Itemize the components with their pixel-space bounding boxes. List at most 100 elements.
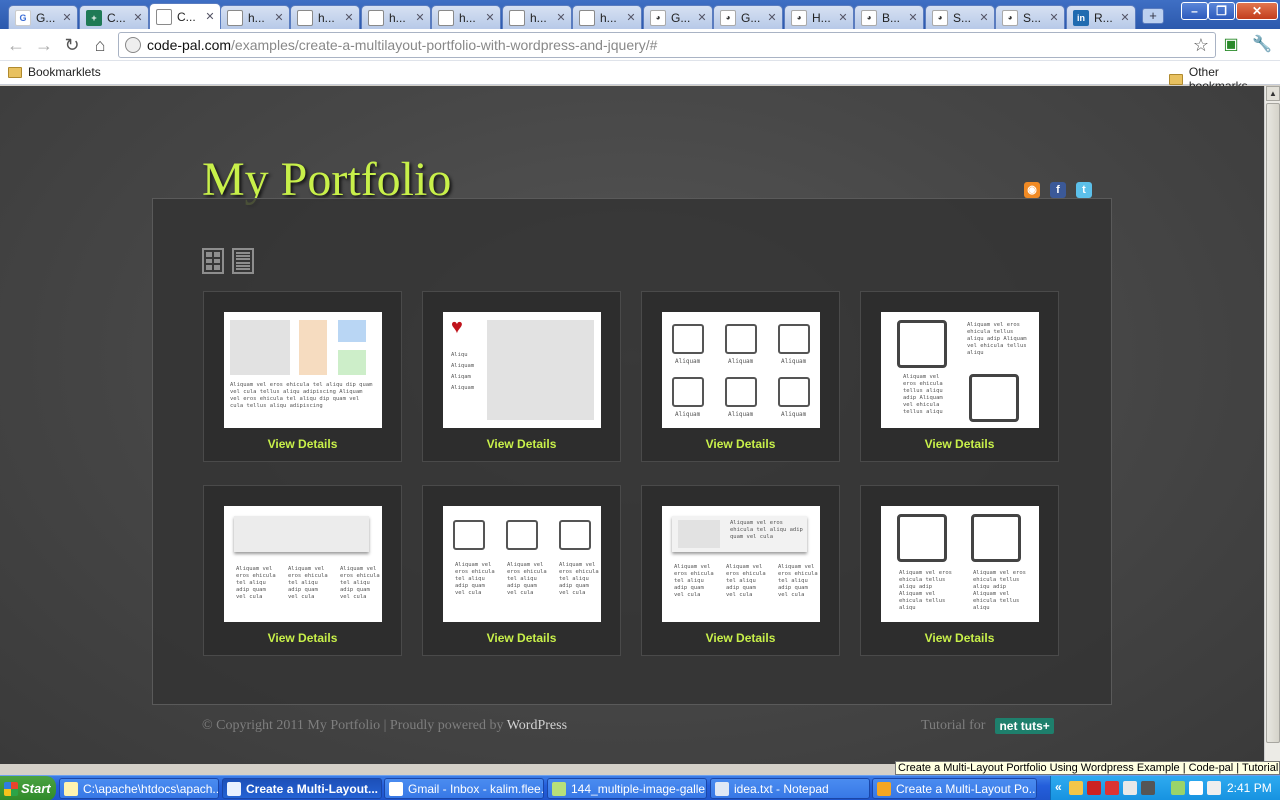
reload-icon[interactable]: ↻ [62,35,82,55]
forward-icon[interactable]: → [34,35,54,55]
address-bar[interactable]: code-pal.com/examples/create-a-multilayo… [118,32,1216,58]
portfolio-card[interactable]: Aliquam vel eros ehicula tel aliqu adip … [641,485,840,656]
browser-tab[interactable]: h... ✕ [572,5,642,29]
wrench-icon[interactable]: 🔧 [1252,36,1272,54]
portfolio-card[interactable]: Aliquam vel eros ehicula tellus aliqu ad… [860,291,1059,462]
browser-tab[interactable]: ◕ G... ✕ [643,5,713,29]
taskbar-label: Create a Multi-Layout... [246,781,379,796]
browser-tab[interactable]: h... ✕ [502,5,572,29]
rss-icon[interactable]: ◉ [1024,182,1040,198]
portfolio-thumbnail[interactable]: Aliquam vel eros ehicula tel aliqu adip … [662,506,820,622]
taskbar-button[interactable]: Create a Multi-Layout... [222,778,382,799]
app-icon [389,781,403,796]
browser-tab[interactable]: h... ✕ [290,5,360,29]
start-button[interactable]: Start [0,776,56,800]
close-window-button[interactable]: ✕ [1236,2,1278,20]
back-icon[interactable]: ← [6,35,26,55]
portfolio-card[interactable]: ♥ Aliqu Aliquam Aliqam Aliquam View Deta… [422,291,621,462]
view-details-link[interactable]: View Details [423,437,620,451]
taskbar-button[interactable]: Gmail - Inbox - kalim.flee... [384,778,544,799]
tab-close-icon[interactable]: ✕ [413,11,427,24]
view-details-link[interactable]: View Details [642,437,839,451]
view-details-link[interactable]: View Details [861,437,1058,451]
volume-icon[interactable] [1207,781,1221,795]
taskbar-button[interactable]: 144_multiple-image-galle... [547,778,707,799]
view-details-link[interactable]: View Details [423,631,620,645]
browser-tab[interactable]: C... ✕ [149,3,221,29]
browser-tab[interactable]: G G... ✕ [8,5,78,29]
tab-close-icon[interactable]: ✕ [1047,11,1061,24]
google-favicon-icon: G [15,9,31,26]
taskbar-button[interactable]: C:\apache\htdocs\apach... [59,778,219,799]
facebook-icon[interactable]: f [1050,182,1066,198]
nettuts-logo[interactable]: net tuts+ [995,718,1054,734]
portfolio-card[interactable]: Aliquam Aliquam Aliquam Aliquam Aliquam … [641,291,840,462]
minimize-button[interactable]: – [1181,2,1208,20]
tab-close-icon[interactable]: ✕ [836,11,850,24]
thumb-caption: Aliquam [781,411,807,418]
tab-close-icon[interactable]: ✕ [272,11,286,24]
view-details-link[interactable]: View Details [642,631,839,645]
tab-close-icon[interactable]: ✕ [977,11,991,24]
tab-close-icon[interactable]: ✕ [483,11,497,24]
portfolio-card[interactable]: Aliquam vel eros ehicula tellus aliqu ad… [860,485,1059,656]
tray-app-icon[interactable] [1123,781,1137,795]
browser-tab[interactable]: ◕ G... ✕ [713,5,783,29]
portfolio-thumbnail[interactable]: Aliquam Aliquam Aliquam Aliquam Aliquam … [662,312,820,428]
scroll-thumb[interactable] [1266,103,1280,743]
wordpress-link[interactable]: WordPress [507,718,567,733]
portfolio-thumbnail[interactable]: Aliquam vel eros ehicula tel aliqu adip … [443,506,601,622]
view-details-link[interactable]: View Details [204,437,401,451]
tab-close-icon[interactable]: ✕ [906,11,920,24]
tray-expand-icon[interactable]: « [1055,780,1062,794]
browser-tab[interactable]: ◕ S... ✕ [995,5,1065,29]
scroll-up-icon[interactable]: ▲ [1266,86,1280,101]
bookmark-star-icon[interactable]: ☆ [1193,35,1209,56]
tray-app-icon[interactable] [1171,781,1185,795]
portfolio-thumbnail[interactable]: Aliquam vel eros ehicula tellus aliqu ad… [881,506,1039,622]
portfolio-thumbnail[interactable]: Aliquam vel eros ehicula tel aliqu adip … [224,506,382,622]
browser-tab[interactable]: in R... ✕ [1066,5,1136,29]
new-tab-button[interactable]: + [1142,8,1164,24]
browser-tab[interactable]: h... ✕ [220,5,290,29]
tab-close-icon[interactable]: ✕ [554,11,568,24]
tab-close-icon[interactable]: ✕ [765,11,779,24]
tab-close-icon[interactable]: ✕ [60,11,74,24]
portfolio-card[interactable]: Aliquam vel eros ehicula tel aliqu adip … [422,485,621,656]
portfolio-thumbnail[interactable]: ♥ Aliqu Aliquam Aliqam Aliquam [443,312,601,428]
page-scrollbar[interactable]: ▲ [1264,86,1280,764]
browser-tab[interactable]: ◕ H... ✕ [784,5,854,29]
portfolio-card[interactable]: Aliquam vel eros ehicula tel aliqu adip … [203,485,402,656]
tab-close-icon[interactable]: ✕ [203,10,217,23]
home-icon[interactable]: ⌂ [90,35,110,55]
view-details-link[interactable]: View Details [204,631,401,645]
grid-view-icon[interactable] [202,248,224,274]
tray-app-icon[interactable] [1141,781,1155,795]
tab-close-icon[interactable]: ✕ [1118,11,1132,24]
tab-close-icon[interactable]: ✕ [131,11,145,24]
browser-tab[interactable]: + C... ✕ [79,5,149,29]
browser-tab[interactable]: h... ✕ [431,5,501,29]
tab-close-icon[interactable]: ✕ [695,11,709,24]
list-view-icon[interactable] [232,248,254,274]
browser-tab[interactable]: ◕ B... ✕ [854,5,924,29]
bookmark-folder-bookmarklets[interactable]: Bookmarklets [8,65,101,79]
portfolio-card[interactable]: Aliquam vel eros ehicula tel aliqu dip q… [203,291,402,462]
tray-app-icon[interactable] [1069,781,1083,795]
thumb-text: Aliquam vel eros ehicula tel aliqu adip … [236,566,276,600]
portfolio-thumbnail[interactable]: Aliquam vel eros ehicula tellus aliqu ad… [881,312,1039,428]
tab-close-icon[interactable]: ✕ [342,11,356,24]
browser-tab[interactable]: h... ✕ [361,5,431,29]
maximize-button[interactable]: ❐ [1208,2,1235,20]
network-icon[interactable] [1189,781,1203,795]
browser-tab[interactable]: ◕ S... ✕ [925,5,995,29]
twitter-icon[interactable]: t [1076,182,1092,198]
portfolio-thumbnail[interactable]: Aliquam vel eros ehicula tel aliqu dip q… [224,312,382,428]
extension-icon[interactable]: ▣ [1222,36,1240,54]
tray-app-icon[interactable] [1087,781,1101,795]
view-details-link[interactable]: View Details [861,631,1058,645]
tray-app-icon[interactable] [1105,781,1119,795]
taskbar-button[interactable]: idea.txt - Notepad [710,778,870,799]
taskbar-button[interactable]: Create a Multi-Layout Po... [872,778,1037,799]
tab-close-icon[interactable]: ✕ [624,11,638,24]
